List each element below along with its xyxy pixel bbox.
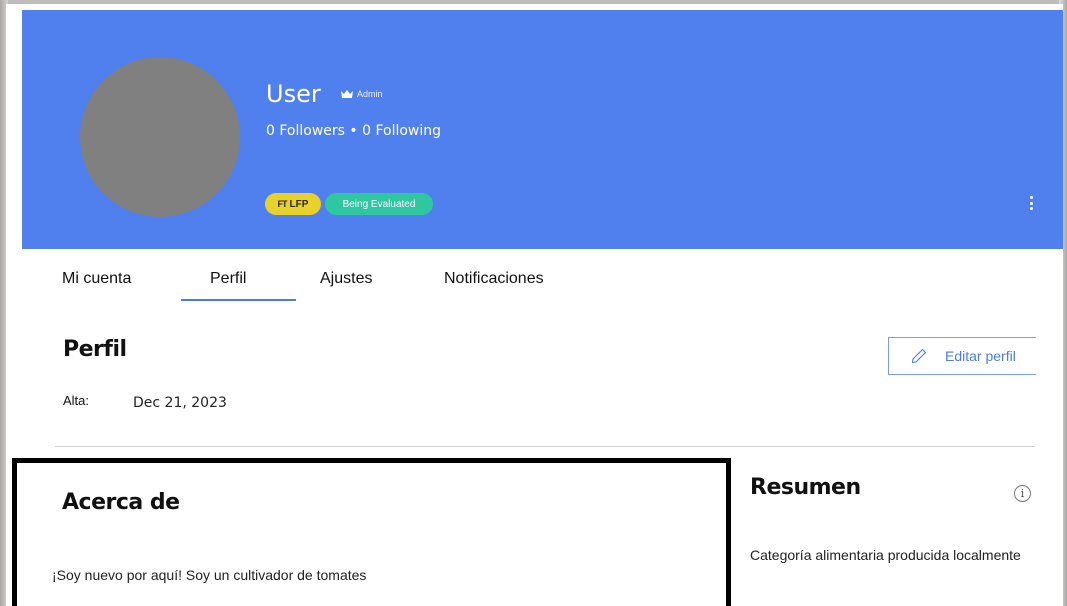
tab-notificaciones[interactable]: Notificaciones	[444, 270, 544, 288]
summary-title: Resumen	[750, 475, 861, 500]
more-icon[interactable]	[1026, 194, 1036, 212]
section-title: Perfil	[63, 337, 127, 362]
followers-following[interactable]: 0 Followers • 0 Following	[266, 123, 441, 139]
edit-profile-label: Editar perfil	[945, 348, 1016, 364]
lfp-label: LFP	[289, 198, 309, 210]
edit-profile-button[interactable]: Editar perfil	[888, 337, 1036, 375]
divider	[55, 446, 1035, 447]
lfp-badge: FT LFP	[265, 193, 321, 215]
avatar[interactable]	[80, 57, 240, 217]
crown-icon	[341, 90, 353, 98]
about-text: ¡Soy nuevo por aquí! Soy un cultivador d…	[52, 567, 367, 583]
info-icon[interactable]: i	[1014, 485, 1031, 502]
status-badge: Being Evaluated	[325, 193, 433, 215]
alta-value: Dec 21, 2023	[133, 395, 227, 411]
lfp-icon: FT	[277, 199, 288, 209]
role-label: Admin	[357, 89, 383, 99]
about-title: Acerca de	[62, 490, 180, 515]
about-box: Acerca de ¡Soy nuevo por aquí! Soy un cu…	[12, 458, 731, 606]
summary-text: Categoría alimentaria producida localmen…	[750, 547, 1021, 563]
admin-role: Admin	[341, 89, 383, 99]
active-tab-indicator	[181, 299, 296, 301]
alta-label: Alta:	[63, 393, 90, 408]
tab-perfil[interactable]: Perfil	[210, 270, 246, 288]
pencil-icon	[911, 348, 927, 364]
tab-mi-cuenta[interactable]: Mi cuenta	[62, 270, 131, 288]
username: User	[266, 80, 321, 108]
tab-ajustes[interactable]: Ajustes	[320, 270, 372, 288]
